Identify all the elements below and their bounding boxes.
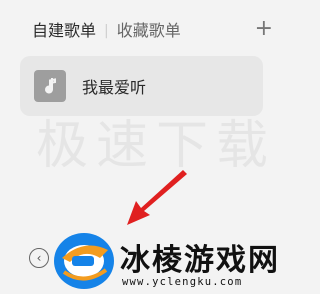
music-note-icon bbox=[34, 70, 66, 102]
tab-bar: 自建歌单 | 收藏歌单 bbox=[32, 20, 181, 42]
collapse-sidebar-button[interactable]: ‹ bbox=[29, 248, 49, 268]
playlist-name: 我最爱听 bbox=[82, 78, 147, 97]
tab-separator: | bbox=[104, 23, 109, 39]
playlist-item[interactable]: 我最爱听 bbox=[20, 56, 263, 116]
tab-favorite-playlists[interactable]: 收藏歌单 bbox=[117, 20, 181, 42]
chevron-left-icon: ‹ bbox=[36, 251, 42, 265]
add-playlist-button[interactable]: + bbox=[255, 16, 273, 42]
tab-self-built-playlists[interactable]: 自建歌单 bbox=[32, 20, 96, 42]
background-watermark-text: 极速下载 bbox=[36, 116, 277, 176]
overlay-watermark-title: 冰棱游戏网 bbox=[120, 243, 280, 278]
overlay-watermark-url: www.yclengku.com bbox=[122, 276, 243, 288]
